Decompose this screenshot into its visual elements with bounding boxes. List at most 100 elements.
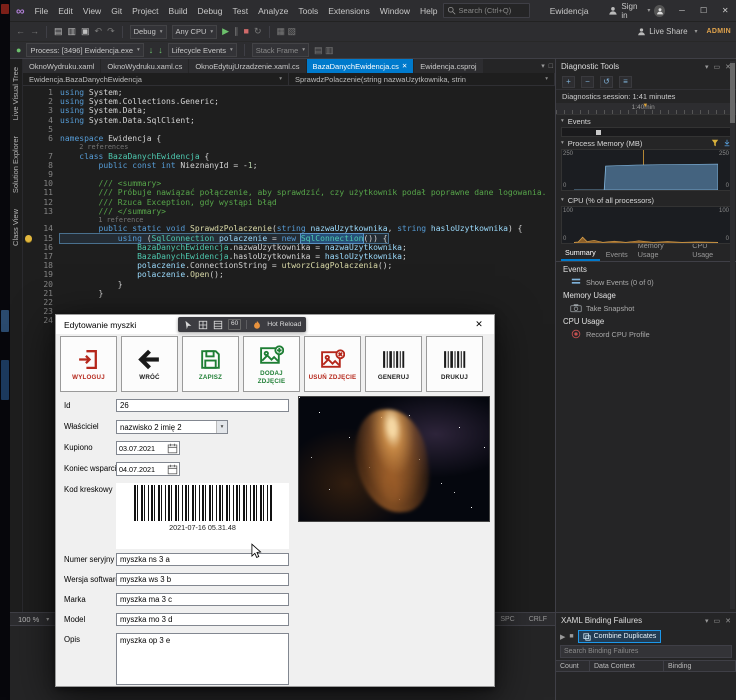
button-wyloguj[interactable]: WYLOGUJ <box>60 336 117 392</box>
menu-item-analyze[interactable]: Analyze <box>253 6 293 16</box>
nav-back-icon[interactable]: ← <box>16 27 25 36</box>
breadcrumb-type[interactable]: Ewidencja.BazaDanychEwidencja ▾ <box>23 73 289 85</box>
delete-icon[interactable]: ■ <box>569 633 573 640</box>
summary-item-record-cpu-profile[interactable]: Record CPU Profile <box>556 328 736 340</box>
close-icon[interactable]: ✕ <box>725 617 731 625</box>
close-button[interactable]: ✕ <box>714 0 736 22</box>
layout-adorners-icon[interactable] <box>198 320 208 330</box>
menu-item-file[interactable]: File <box>30 6 54 16</box>
diagnostics-tab-summary[interactable]: Summary <box>561 246 600 261</box>
menu-item-test[interactable]: Test <box>228 6 254 16</box>
stack-frame-dropdown[interactable]: Stack Frame <box>251 43 310 57</box>
panel-scrollbar[interactable] <box>730 61 735 609</box>
menu-item-project[interactable]: Project <box>127 6 163 16</box>
menu-item-git[interactable]: Git <box>106 6 127 16</box>
lightbulb-icon[interactable] <box>23 234 33 243</box>
thread-icons[interactable]: ▤ ▥ <box>314 45 334 55</box>
save-icon[interactable]: ▣ <box>81 27 90 36</box>
taskbar-app-icon[interactable] <box>1 4 9 14</box>
codelens-annotation[interactable]: 1 reference <box>23 216 555 225</box>
button-dodaj-zdjecie[interactable]: DODAJ ZDJĘCIE <box>243 336 300 392</box>
lifecycle-events-dropdown[interactable]: Lifecycle Events <box>167 43 237 57</box>
input-id[interactable]: 26 <box>116 399 289 412</box>
scrollbar-thumb[interactable] <box>730 63 735 123</box>
undo-icon[interactable]: ↶ <box>95 27 103 36</box>
menu-item-build[interactable]: Build <box>164 6 193 16</box>
select-element-icon[interactable] <box>183 320 193 330</box>
zoom-in-icon[interactable]: + <box>562 75 575 88</box>
space-indicator[interactable]: SPC <box>500 616 514 623</box>
menu-item-window[interactable]: Window <box>375 6 415 16</box>
step-down-icon[interactable]: ↓ <box>158 45 163 55</box>
process-dropdown[interactable]: Process: [3496] Ewidencja.exe <box>26 43 144 57</box>
event-marker[interactable] <box>595 130 601 135</box>
button-drukuj[interactable]: DRUKUJ <box>426 336 483 392</box>
code-area[interactable]: 1 using System; 2 using System.Collections.… <box>23 86 555 326</box>
binding-failures-header[interactable]: XAML Binding Failures ▾ ▭ ✕ <box>556 613 736 628</box>
dialog-close-button[interactable]: ✕ <box>464 315 494 334</box>
button-zapisz[interactable]: ZAPISZ <box>182 336 239 392</box>
binding-search-input[interactable]: Search Binding Failures <box>560 645 732 658</box>
timeline-ruler[interactable]: 1:40min ▼ <box>556 103 736 115</box>
zoom-control[interactable]: 100 % ▾ <box>18 615 53 624</box>
chevron-down-icon[interactable]: ▾ <box>705 617 709 625</box>
chevron-down-icon[interactable]: ▾ <box>647 7 650 14</box>
select-wlasciciel[interactable]: nazwisko 2 imię 2 ▾ <box>116 420 228 434</box>
menu-item-tools[interactable]: Tools <box>293 6 323 16</box>
continue-button[interactable]: ▶ <box>222 27 229 36</box>
column-header-count[interactable]: Count <box>556 661 590 671</box>
menu-item-view[interactable]: View <box>78 6 106 16</box>
chevron-down-icon[interactable]: ▾ <box>541 62 545 70</box>
cpu-chart-box[interactable]: 100 0 100 0 <box>561 206 731 244</box>
combine-duplicates-button[interactable]: Combine Duplicates <box>577 630 662 643</box>
side-tab-class-view[interactable]: Class View <box>10 201 21 254</box>
configuration-dropdown[interactable]: Debug <box>129 24 167 39</box>
editor-tab-oknoedytujurzadzenie-xaml-cs[interactable]: OknoEdytujUrzadzenie.xaml.cs <box>189 59 307 73</box>
side-tab-live-visual-tree[interactable]: Live Visual Tree <box>10 59 21 128</box>
calendar-icon[interactable] <box>166 442 179 454</box>
live-share-button[interactable]: Live Share ▾ <box>637 27 701 36</box>
column-header-data-context[interactable]: Data Context <box>590 661 664 671</box>
step-down-icon[interactable]: ↓ <box>149 45 154 55</box>
memory-section-header[interactable]: ▾ Process Memory (MB) <box>556 137 736 149</box>
datepicker-kupiono[interactable]: 03.07.2021 <box>116 441 180 455</box>
chevron-down-icon[interactable]: ▾ <box>705 63 709 71</box>
button-wroc[interactable]: WRÓĆ <box>121 336 178 392</box>
minimize-button[interactable]: ─ <box>671 0 693 22</box>
input-model[interactable]: myszka mo 3 d <box>116 613 289 626</box>
input-wersja-software[interactable]: myszka ws 3 b <box>116 573 289 586</box>
avatar[interactable] <box>654 4 666 17</box>
summary-item-show-events-0-of-0[interactable]: Show Events (0 of 0) <box>556 276 736 288</box>
button-generuj[interactable]: GENERUJ <box>365 336 422 392</box>
editor-tab-bazadanychewidencja-cs[interactable]: BazaDanychEwidencja.cs ✕ <box>306 59 415 73</box>
open-file-icon[interactable]: ▥ <box>68 27 77 36</box>
button-usun-zdjecie[interactable]: USUŃ ZDJĘCIE <box>304 336 361 392</box>
editor-tab-ewidencja-csproj[interactable]: Ewidencja.csproj <box>414 59 484 73</box>
nav-forward-icon[interactable]: → <box>30 27 39 36</box>
summary-item-take-snapshot[interactable]: Take Snapshot <box>556 302 736 314</box>
events-section-header[interactable]: ▾ Events <box>556 115 736 127</box>
column-header-binding[interactable]: Binding <box>664 661 736 671</box>
input-numer-seryjny[interactable]: myszka ns 3 a <box>116 553 289 566</box>
funnel-icon[interactable] <box>711 139 719 147</box>
eol-indicator[interactable]: CRLF <box>529 616 547 623</box>
menu-item-edit[interactable]: Edit <box>53 6 78 16</box>
editor-tab-oknowydruku-xaml[interactable]: OknoWydruku.xaml <box>23 59 102 73</box>
close-icon[interactable]: ✕ <box>402 62 407 70</box>
step-icons[interactable]: ▦ ▧ <box>277 27 297 36</box>
sign-in-button[interactable]: Sign in <box>621 2 643 20</box>
menu-item-extensions[interactable]: Extensions <box>323 6 375 16</box>
pin-icon[interactable]: ▭ <box>714 63 721 71</box>
input-marka[interactable]: myszka ma 3 c <box>116 593 289 606</box>
reset-view-icon[interactable]: ↺ <box>600 75 613 88</box>
taskbar-app-icon[interactable] <box>1 310 9 332</box>
grid-lines-icon[interactable] <box>213 320 223 330</box>
textarea-opis[interactable]: myszka op 3 e <box>116 633 289 685</box>
window-list-icon[interactable]: □ <box>549 63 553 70</box>
menu-item-debug[interactable]: Debug <box>192 6 227 16</box>
cpu-section-header[interactable]: ▾ CPU (% of all processors) <box>556 194 736 206</box>
zoom-out-icon[interactable]: − <box>581 75 594 88</box>
pin-icon[interactable]: ▭ <box>714 617 721 625</box>
editor-tab-oknowydruku-xaml-cs[interactable]: OknoWydruku.xaml.cs <box>101 59 190 73</box>
calendar-icon[interactable] <box>166 463 179 475</box>
